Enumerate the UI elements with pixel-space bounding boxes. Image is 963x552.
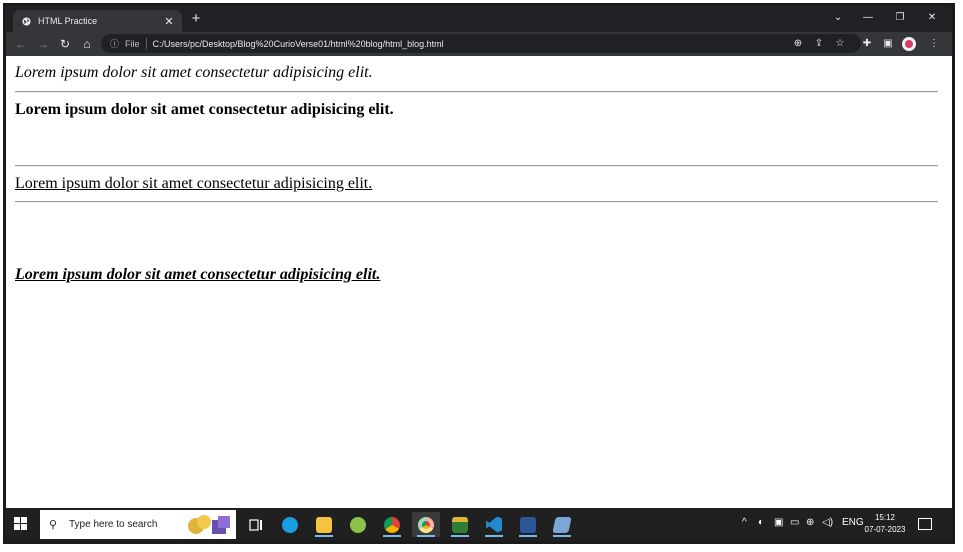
running-indicator — [519, 535, 537, 537]
show-hidden-icons-chevron-icon[interactable]: ^ — [742, 517, 747, 528]
vscode-glyph — [486, 516, 502, 533]
notepad-app-icon[interactable] — [548, 512, 576, 537]
running-indicator — [417, 535, 435, 537]
italic-paragraph: Lorem ipsum dolor sit amet consectetur a… — [15, 64, 373, 81]
chrome-active-icon[interactable] — [412, 512, 440, 537]
word-icon[interactable] — [514, 512, 542, 537]
volume-icon[interactable]: ◁) — [822, 517, 833, 528]
back-icon[interactable]: ← — [12, 35, 30, 53]
info-icon[interactable]: ⓘ — [110, 37, 122, 50]
bold-italic-underlined-paragraph: Lorem ipsum dolor sit amet consectetur a… — [15, 266, 381, 283]
tab-search-chevron-icon[interactable]: ⌄ — [824, 9, 852, 27]
horizontal-rule — [15, 201, 938, 203]
minimize-button[interactable]: — — [854, 9, 882, 27]
edge-icon[interactable] — [276, 512, 304, 537]
page-content: Lorem ipsum dolor sit amet consectetur a… — [6, 56, 952, 508]
battery-icon[interactable]: ▭ — [790, 517, 799, 528]
clock-time: 15:12 — [874, 513, 896, 522]
notepad-app-glyph — [552, 516, 572, 533]
restore-button[interactable]: ❐ — [886, 9, 914, 27]
books-app-glyph — [452, 516, 468, 533]
file-explorer-glyph — [316, 516, 332, 533]
home-icon[interactable]: ⌂ — [78, 35, 96, 53]
word-glyph — [520, 516, 536, 533]
underlined-paragraph: Lorem ipsum dolor sit amet consectetur a… — [15, 175, 373, 192]
running-indicator — [315, 535, 333, 537]
notification-center-icon[interactable] — [918, 518, 932, 530]
url-scheme-label: File — [125, 38, 140, 49]
url-text[interactable]: C:/Users/pc/Desktop/Blog%20CurioVerse01/… — [153, 39, 444, 49]
screen-capture-icon[interactable]: ▣ — [774, 517, 783, 528]
tab-title: HTML Practice — [38, 16, 98, 26]
omnibox-divider — [145, 38, 147, 49]
green-app-glyph — [350, 516, 366, 533]
running-indicator — [553, 535, 571, 537]
task-view-icon[interactable] — [242, 512, 270, 537]
horizontal-rule — [15, 165, 938, 167]
running-indicator — [383, 535, 401, 537]
browser-tab[interactable]: HTML Practice ✕ — [13, 10, 182, 32]
bookmark-star-icon[interactable]: ☆ — [832, 36, 848, 52]
zoom-icon[interactable]: ⊕ — [790, 36, 806, 52]
network-icon[interactable]: ⊕ — [806, 517, 814, 528]
screen-frame: HTML Practice ✕ + ⌄ — ❐ ✕ ← → ↻ ⌂ ⓘ File… — [3, 3, 955, 544]
tab-close-icon[interactable]: ✕ — [162, 15, 176, 28]
books-app-icon[interactable] — [446, 512, 474, 537]
chrome-active-glyph — [418, 516, 434, 533]
windows-taskbar: ⚲ Type here to search ^ ◐ ▣ ▭ ⊕ ◁) ENG 1… — [6, 508, 952, 541]
green-app-icon[interactable] — [344, 512, 372, 537]
profile-avatar[interactable] — [902, 37, 916, 51]
browser-toolbar: ← → ↻ ⌂ ⓘ File C:/Users/pc/Desktop/Blog%… — [6, 32, 952, 56]
taskbar-search-placeholder: Type here to search — [69, 519, 158, 530]
running-indicator — [451, 535, 469, 537]
horizontal-rule — [15, 91, 938, 93]
language-indicator[interactable]: ENG — [842, 517, 864, 528]
extensions-icon[interactable]: ✚ — [859, 36, 875, 52]
taskbar-search-box[interactable]: ⚲ Type here to search — [40, 510, 236, 539]
browser-tabstrip: HTML Practice ✕ + ⌄ — ❐ ✕ — [6, 6, 952, 32]
taskbar-clock[interactable]: 15:12 07-07-2023 — [863, 512, 907, 536]
vscode-icon[interactable] — [480, 512, 508, 537]
close-window-button[interactable]: ✕ — [918, 9, 946, 27]
meet-now-icon[interactable]: ◐ — [758, 517, 764, 528]
search-icon: ⚲ — [49, 519, 58, 531]
new-tab-button[interactable]: + — [188, 10, 204, 28]
share-icon[interactable]: ⇪ — [811, 36, 827, 52]
running-indicator — [485, 535, 503, 537]
more-menu-icon[interactable]: ⋮ — [926, 36, 942, 52]
file-explorer-icon[interactable] — [310, 512, 338, 537]
globe-icon — [22, 16, 31, 26]
side-panel-icon[interactable]: ▣ — [880, 36, 896, 52]
edge-glyph — [282, 516, 298, 533]
search-highlight-illustration — [188, 515, 230, 534]
clock-date: 07-07-2023 — [864, 525, 906, 534]
windows-start-icon[interactable] — [14, 517, 28, 531]
chrome-icon[interactable] — [378, 512, 406, 537]
forward-icon[interactable]: → — [34, 35, 52, 53]
chrome-glyph — [384, 516, 400, 533]
address-bar[interactable]: ⓘ File C:/Users/pc/Desktop/Blog%20CurioV… — [101, 34, 861, 53]
bold-paragraph: Lorem ipsum dolor sit amet consectetur a… — [15, 101, 394, 118]
reload-icon[interactable]: ↻ — [56, 35, 74, 53]
